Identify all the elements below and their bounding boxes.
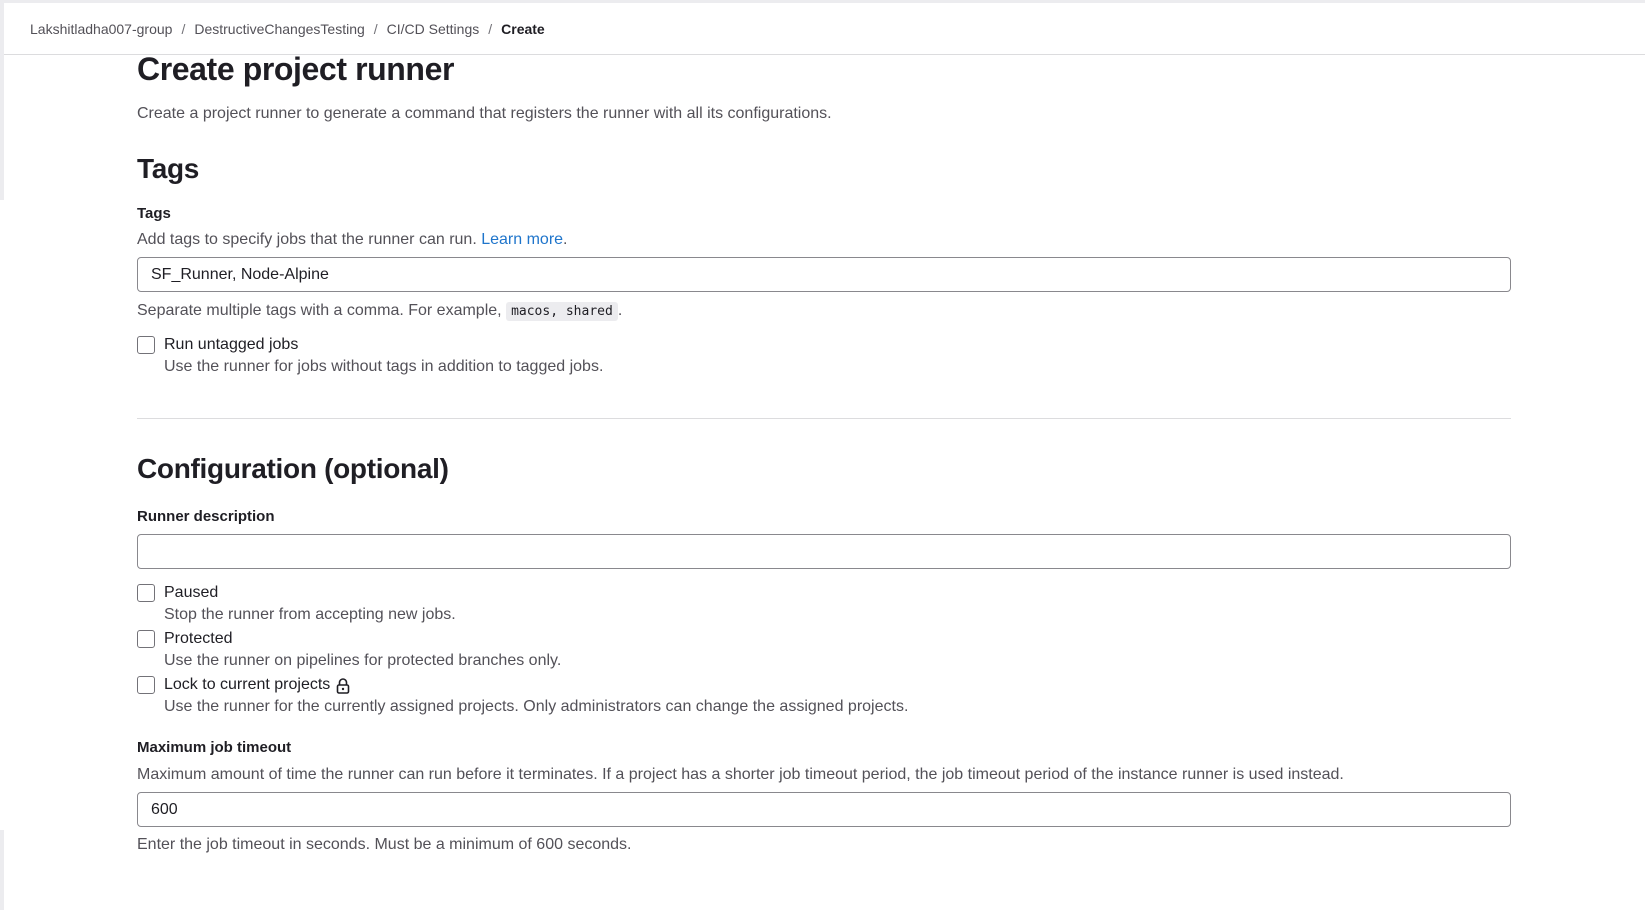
protected-option: Protected Use the runner on pipelines fo… — [137, 628, 1511, 672]
lock-help: Use the runner for the currently assigne… — [164, 698, 909, 715]
breadcrumb: Lakshitladha007-group / DestructiveChang… — [30, 21, 545, 37]
breadcrumb-separator: / — [181, 20, 186, 37]
tags-help-body: Add tags to specify jobs that the runner… — [137, 231, 477, 248]
paused-checkbox[interactable] — [137, 584, 155, 602]
protected-checkbox[interactable] — [137, 630, 155, 648]
page-description: Create a project runner to generate a co… — [137, 105, 832, 122]
timeout-help: Maximum amount of time the runner can ru… — [137, 766, 1344, 783]
breadcrumb-item-group[interactable]: Lakshitladha007-group — [30, 21, 172, 37]
protected-help: Use the runner on pipelines for protecte… — [164, 652, 562, 669]
section-divider — [137, 418, 1511, 419]
learn-more-link[interactable]: Learn more — [481, 231, 563, 248]
timeout-input[interactable] — [137, 792, 1511, 827]
run-untagged-label[interactable]: Run untagged jobs — [164, 334, 603, 356]
runner-description-label: Runner description — [137, 508, 275, 525]
paused-label[interactable]: Paused — [164, 582, 456, 604]
tags-hint-period: . — [617, 302, 623, 319]
tags-hint-text: Separate multiple tags with a comma. For… — [137, 302, 502, 319]
timeout-label: Maximum job timeout — [137, 739, 292, 756]
tags-help-period: . — [563, 231, 568, 248]
main-content: Create project runner Create a project r… — [137, 47, 1511, 856]
tags-input[interactable] — [137, 257, 1511, 292]
lock-option: Lock to current projects Use the runner … — [137, 674, 1511, 718]
breadcrumb-separator: / — [373, 20, 378, 37]
breadcrumb-item-project[interactable]: DestructiveChangesTesting — [194, 21, 364, 37]
lock-label: Lock to current projects — [164, 676, 331, 693]
tags-field-label: Tags — [137, 205, 171, 222]
page-title: Create project runner — [137, 51, 455, 87]
run-untagged-help: Use the runner for jobs without tags in … — [164, 358, 604, 375]
lock-icon — [336, 678, 350, 694]
runner-description-input[interactable] — [137, 534, 1511, 569]
left-border-lower — [0, 830, 4, 910]
paused-help: Stop the runner from accepting new jobs. — [164, 606, 456, 623]
protected-label[interactable]: Protected — [164, 628, 561, 650]
tags-hint: Separate multiple tags with a comma. For… — [137, 300, 1511, 323]
tags-help-text: Add tags to specify jobs that the runner… — [137, 229, 1511, 251]
tags-hint-example: macos, shared — [506, 302, 618, 321]
lock-checkbox[interactable] — [137, 676, 155, 694]
configuration-section-heading: Configuration (optional) — [137, 453, 449, 484]
run-untagged-checkbox[interactable] — [137, 336, 155, 354]
breadcrumb-item-current: Create — [501, 20, 545, 37]
breadcrumb-item-cicd-settings[interactable]: CI/CD Settings — [387, 21, 480, 37]
timeout-hint: Enter the job timeout in seconds. Must b… — [137, 836, 632, 853]
tags-section-heading: Tags — [137, 153, 200, 184]
paused-option: Paused Stop the runner from accepting ne… — [137, 582, 1511, 626]
lock-label-row[interactable]: Lock to current projects — [164, 674, 908, 696]
run-untagged-option: Run untagged jobs Use the runner for job… — [137, 334, 1511, 378]
breadcrumb-separator: / — [488, 20, 493, 37]
